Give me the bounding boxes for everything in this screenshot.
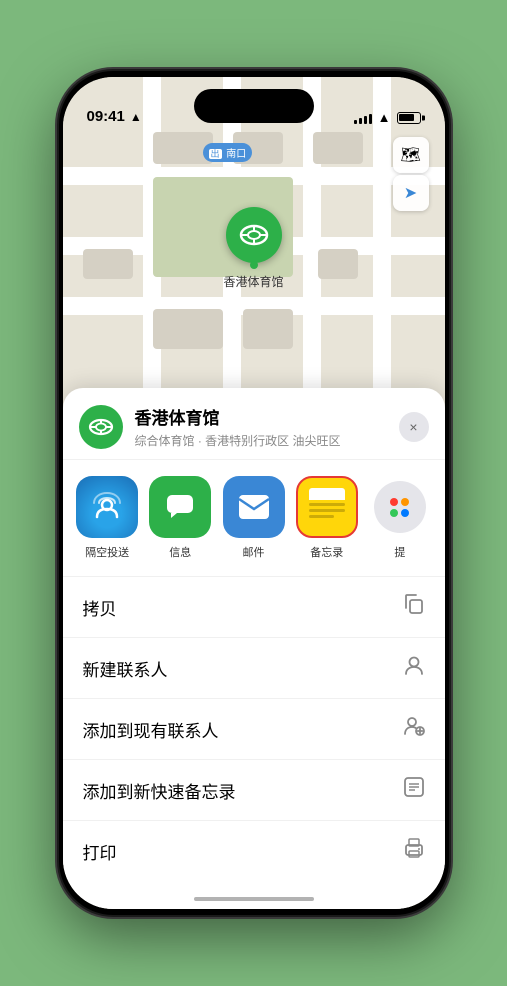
more-circle	[374, 481, 426, 533]
mail-icon	[223, 476, 285, 538]
bottom-sheet: 香港体育馆 综合体育馆 · 香港特别行政区 油尖旺区 ×	[63, 388, 445, 909]
dot-orange	[401, 498, 409, 506]
copy-label: 拷贝	[83, 595, 117, 620]
notes-top-bar	[309, 488, 345, 500]
phone-frame: 09:41 ▲ ▲	[59, 71, 449, 915]
wifi-icon: ▲	[378, 110, 391, 125]
signal-bar-2	[359, 118, 362, 124]
dot-red	[390, 498, 398, 506]
messages-label: 信息	[169, 544, 191, 560]
action-list: 拷贝 新建联系人	[63, 577, 445, 881]
exit-prefix: 出	[209, 149, 222, 159]
map-block-3	[313, 132, 363, 164]
venue-avatar-icon	[88, 414, 114, 440]
map-type-button[interactable]: 🗺	[393, 137, 429, 173]
share-item-notes[interactable]: 备忘录	[294, 476, 359, 560]
signal-bar-3	[364, 116, 367, 124]
share-item-more[interactable]: 提	[367, 476, 432, 560]
print-icon	[403, 837, 425, 865]
more-label: 提	[394, 544, 405, 560]
new-contact-icon	[403, 654, 425, 682]
dot-green	[390, 509, 398, 517]
home-indicator	[194, 897, 314, 901]
mail-label: 邮件	[243, 544, 265, 560]
bottom-spacer	[63, 881, 445, 909]
close-button[interactable]: ×	[399, 412, 429, 442]
new-contact-label: 新建联系人	[83, 656, 168, 681]
add-contact-label: 添加到现有联系人	[83, 717, 219, 742]
print-label: 打印	[83, 839, 117, 864]
quick-note-icon	[403, 776, 425, 804]
battery-icon	[397, 112, 421, 124]
location-icon: ➤	[404, 183, 417, 203]
share-item-mail[interactable]: 邮件	[221, 476, 286, 560]
status-time: 09:41 ▲	[87, 108, 142, 125]
share-row: 隔空投送 信息	[63, 460, 445, 577]
airdrop-icon	[76, 476, 138, 538]
signal-bar-1	[354, 120, 357, 124]
exit-text: 南口	[226, 149, 246, 160]
map-block-6	[153, 309, 223, 349]
copy-icon	[403, 593, 425, 621]
venue-avatar	[79, 405, 123, 449]
stadium-svg-icon	[239, 220, 269, 250]
notes-line-3	[309, 515, 334, 518]
map-block-5	[318, 249, 358, 279]
venue-info: 香港体育馆 综合体育馆 · 香港特别行政区 油尖旺区	[135, 404, 399, 449]
airdrop-label: 隔空投送	[85, 544, 129, 560]
share-item-messages[interactable]: 信息	[148, 476, 213, 560]
signal-bar-4	[369, 114, 372, 124]
action-print[interactable]: 打印	[63, 821, 445, 881]
location-button[interactable]: ➤	[393, 175, 429, 211]
action-new-contact[interactable]: 新建联系人	[63, 638, 445, 699]
notes-label: 备忘录	[310, 544, 343, 560]
action-quick-note[interactable]: 添加到新快速备忘录	[63, 760, 445, 821]
phone-screen: 09:41 ▲ ▲	[63, 77, 445, 909]
pin-circle	[226, 207, 282, 263]
location-arrow-icon: ▲	[130, 110, 142, 124]
messages-icon	[149, 476, 211, 538]
exit-label: 出 南口	[203, 143, 253, 162]
map-block-7	[243, 309, 293, 349]
dynamic-island	[194, 89, 314, 123]
signal-bars-icon	[354, 112, 372, 124]
messages-svg	[163, 490, 197, 524]
notes-line-1	[309, 503, 345, 506]
action-copy[interactable]: 拷贝	[63, 577, 445, 638]
battery-fill	[399, 114, 414, 121]
map-type-icon: 🗺	[400, 145, 420, 165]
pin-venue-label: 香港体育馆	[224, 273, 284, 290]
more-dots-top	[390, 498, 409, 506]
status-icons: ▲	[354, 110, 421, 125]
action-add-contact[interactable]: 添加到现有联系人	[63, 699, 445, 760]
sheet-header: 香港体育馆 综合体育馆 · 香港特别行政区 油尖旺区 ×	[63, 388, 445, 460]
more-icon-container	[369, 476, 431, 538]
dot-blue	[401, 509, 409, 517]
map-controls: 🗺 ➤	[393, 137, 429, 211]
share-item-airdrop[interactable]: 隔空投送	[75, 476, 140, 560]
airdrop-svg	[91, 491, 123, 523]
venue-pin: 香港体育馆	[224, 207, 284, 290]
venue-name-label: 香港体育馆	[135, 404, 399, 429]
time-display: 09:41	[87, 108, 125, 125]
quick-note-label: 添加到新快速备忘录	[83, 778, 236, 803]
notes-line-2	[309, 509, 345, 512]
venue-desc-label: 综合体育馆 · 香港特别行政区 油尖旺区	[135, 432, 399, 449]
more-dots-bottom	[390, 509, 409, 517]
notes-icon	[296, 476, 358, 538]
map-block-4	[83, 249, 133, 279]
notes-inner	[304, 483, 350, 531]
add-contact-icon	[403, 715, 425, 743]
mail-svg	[237, 493, 271, 521]
